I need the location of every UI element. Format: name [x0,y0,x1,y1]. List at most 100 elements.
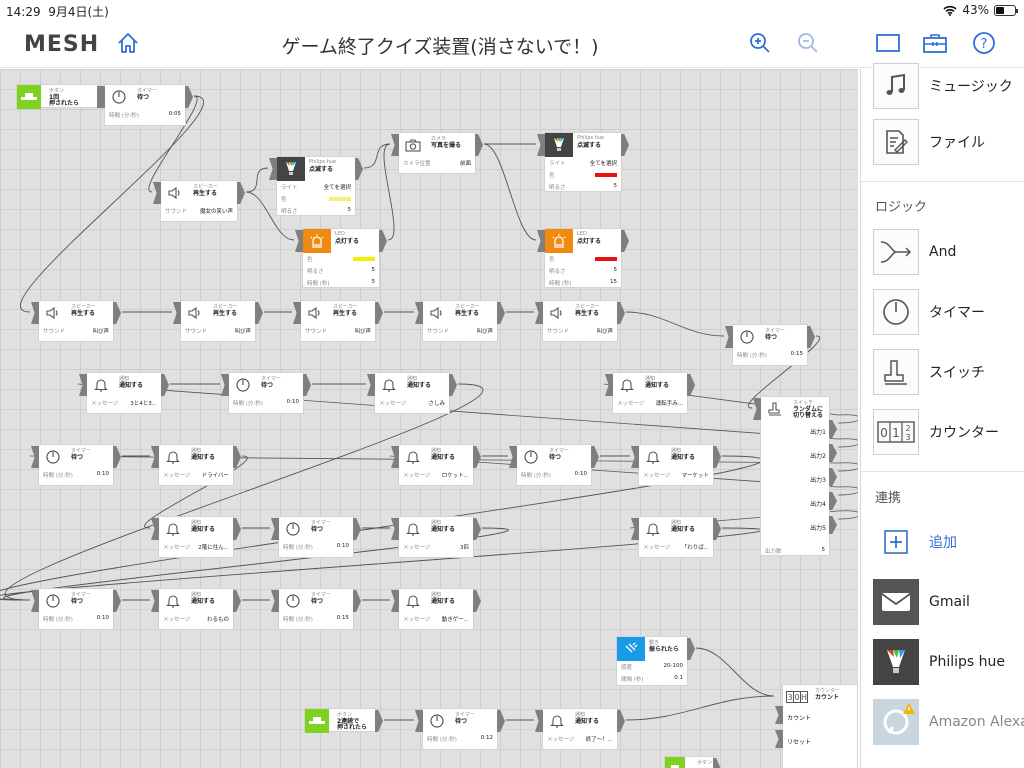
palette-item-switch[interactable]: スイッチ [873,349,985,395]
tag-timer[interactable]: タイマー 待つ 時間 (分:秒) 0:10 [271,516,361,558]
help-icon[interactable]: ? [972,31,996,55]
toolbox-icon[interactable] [922,31,948,55]
property-key: 時間 (分:秒) [427,737,457,743]
tag-camera[interactable]: カメラ 写真を撮る カメラ位置 前面 [391,132,483,174]
tag-notify[interactable]: 通知 通知する メッセージ 運転手み... [605,372,695,414]
tag-timer[interactable]: タイマー 待つ 時間 (分:秒) 0:15 [271,588,361,630]
tag-speaker[interactable]: スピーカー 再生する サウンド 叫び声 [415,300,505,342]
tag-timer[interactable]: タイマー 待つ 時間 (分:秒) 0:10 [221,372,311,414]
tag-notify[interactable]: 通知 通知するメッセージ 3匹 [391,516,481,558]
tag-type-label: 通知 [431,520,442,526]
speaker-icon [161,181,189,205]
tag-action-label: 待つ [261,382,274,389]
tag-speaker[interactable]: スピーカー 再生する サウンド 叫び声 [535,300,625,342]
palette-label: ミュージック [929,79,1013,95]
tag-hue[interactable]: Philips hue 点滅する ライト 全てを選択色明るさ 5 [269,156,363,216]
gmail-icon [873,579,919,625]
wire [245,167,269,193]
tag-type-label: 動き [649,640,660,646]
tag-notify[interactable]: 通知 通知する メッセージ 「わりば... [631,516,721,558]
tag-counter[interactable]: 3 0 H カウンター カウント カウント リセット [775,684,858,768]
tag-hue[interactable]: Philips hue 点滅する ライト 全てを選択色明るさ 5 [537,132,629,192]
tag-button[interactable]: ボタン 1回 押されたら [16,84,105,109]
tag-speaker[interactable]: スピーカー 再生する サウンド 叫び声 [293,300,383,342]
tag-button[interactable]: ボタン 2連続で 押されたら [304,708,383,733]
tag-property-row: メッセージ 3匹 [403,543,469,551]
zoom-in-icon[interactable] [748,31,772,55]
tag-notify[interactable]: 通知 通知する メッセージ 動きゲー... [391,588,481,630]
tag-action-label: 写真を撮る [431,142,462,149]
palette-item-counter[interactable]: 0 1 2 3 カウンター [873,409,999,455]
property-key: 明るさ [281,209,298,215]
home-icon[interactable] [116,31,140,55]
tag-notify[interactable]: 通知 通知する メッセージ 終了〜！... [535,708,625,750]
add-link-button[interactable]: 追加 [873,524,957,560]
tag-speaker[interactable]: スピーカー 再生する サウンド 魔女の笑い声 [153,180,245,222]
tag-type-label: LED [335,231,345,237]
tag-notify[interactable]: 通知 通知する メッセージ 2階に住ん... [151,516,241,558]
tag-timer[interactable]: タイマー 待つ 時間 (分:秒) 0:12 [415,708,505,750]
recipe-canvas[interactable]: ボタン 1回 押されたら タイマー 待つ 時間 (分:秒) 0:05 スピーカー 再生する サウ… [0,69,858,768]
property-key: サウンド [427,329,450,335]
property-value: 2階に住ん... [198,545,229,551]
svg-text:1: 1 [892,426,900,440]
tag-type-label: 通知 [119,376,130,382]
tag-type-label: ボタン [49,88,65,94]
tag-type-label: スピーカー [213,304,239,310]
palette-item-alexa[interactable]: Amazon Alexa [873,699,1024,745]
property-value: 15 [610,279,617,285]
tag-timer[interactable]: タイマー 待つ 時間 (分:秒) 0:10 [31,444,121,486]
clock: 14:29 [6,5,41,19]
tag-type-label: ボタン [337,712,353,718]
tag-led[interactable]: LED 点灯する色明るさ 5 時間 (秒) 15 [537,228,629,288]
tag-notify[interactable]: 通知 通知する メッセージ わるもの [151,588,241,630]
tag-button[interactable]: ボタン [664,756,721,768]
property-value: 3と4と3... [130,401,157,407]
tag-move[interactable]: 動き 振られたら 感度 20-100 間隔 (秒) 0.1 [616,636,695,686]
tag-switch[interactable]: スイッチ ランダムに 切り替える 出力数 5 出力1 出力2 出力3 出力4 出力5 [753,396,837,556]
tag-speaker[interactable]: スピーカー 再生する サウンド 叫び声 [31,300,121,342]
panel-icon[interactable] [875,31,901,55]
tag-led[interactable]: LED 点灯する色明るさ 5 時間 (秒) 5 [295,228,387,288]
palette-item-hue[interactable]: Philips hue [873,639,1005,685]
output-label: リセット [787,739,812,746]
property-value: 5 [371,267,376,273]
wire [363,143,391,169]
tag-property-row: サウンド 叫び声 [43,327,109,335]
tag-speaker[interactable]: スピーカー 再生する サウンド 叫び声 [173,300,263,342]
tag-type-label: タイマー [765,328,786,334]
speaker-icon [39,301,67,325]
tag-action-label: 点灯する [577,238,602,245]
led-icon [545,229,573,253]
tag-notify[interactable]: 通知 通知する メッセージ マーケット [631,444,721,486]
palette-item-gmail[interactable]: Gmail [873,579,970,625]
palette-label: Gmail [929,594,970,610]
zoom-out-icon[interactable] [796,31,820,55]
wire [625,695,775,721]
tag-timer[interactable]: タイマー 待つ 時間 (分:秒) 0:05 [97,84,193,126]
palette-item-and[interactable]: And [873,229,956,275]
output-label: 出力2 [810,453,826,460]
palette-item-timer[interactable]: タイマー [873,289,985,335]
tag-notify[interactable]: 通知 通知する メッセージ 3と4と3... [79,372,169,414]
palette-item-file[interactable]: ファイル [873,119,985,165]
tag-notify[interactable]: 通知 通知する メッセージ ドライバー [151,444,241,486]
tag-notify[interactable]: 通知 通知する メッセージ さしみ [367,372,457,414]
tag-action-label: 通知する [431,526,456,533]
svg-text:2: 2 [905,424,910,433]
property-key: カメラ位置 [403,161,431,167]
tag-action-label: 再生する [71,310,96,317]
property-value: 0:10 [286,399,299,405]
tag-property-row: 時間 (分:秒) 0:10 [43,471,109,479]
tag-timer[interactable]: タイマー 待つ 時間 (分:秒) 0:10 [31,588,121,630]
property-key: メッセージ [163,545,191,551]
tag-timer[interactable]: タイマー 待つ 時間 (分:秒) 0:10 [509,444,599,486]
tag-action-label: 待つ [549,454,562,461]
tag-timer[interactable]: タイマー 待つ 時間 (分:秒) 0:15 [725,324,815,366]
speaker-icon [301,301,329,325]
property-value: 0:05 [168,111,181,117]
wire [383,143,395,241]
tag-notify[interactable]: 通知 通知する メッセージ ロケット... [391,444,481,486]
timer-icon [733,325,761,349]
palette-item-music[interactable]: ミュージック [873,63,1013,109]
